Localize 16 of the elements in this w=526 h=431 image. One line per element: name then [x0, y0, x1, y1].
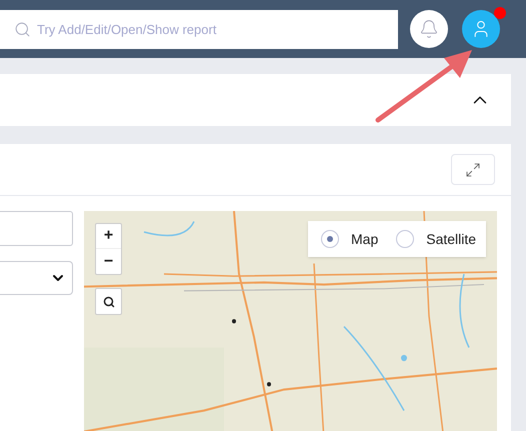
- expand-button[interactable]: [451, 154, 495, 185]
- map-type-option[interactable]: Satellite: [396, 228, 476, 250]
- profile-button[interactable]: [462, 10, 500, 48]
- expand-icon: [465, 162, 481, 178]
- search-field[interactable]: Try Add/Edit/Open/Show report: [0, 10, 398, 48]
- notifications-button[interactable]: [410, 10, 448, 48]
- zoom-in-button[interactable]: +: [96, 224, 121, 249]
- input-field[interactable]: [0, 211, 73, 246]
- radio-button[interactable]: [321, 230, 339, 248]
- bell-icon: [419, 19, 439, 39]
- search-icon: [102, 296, 114, 308]
- radio-button[interactable]: [396, 230, 414, 248]
- zoom-out-button[interactable]: −: [96, 249, 121, 274]
- search-icon: [14, 20, 31, 38]
- map-search-button[interactable]: [95, 288, 122, 315]
- map-type-option[interactable]: Map: [321, 228, 378, 250]
